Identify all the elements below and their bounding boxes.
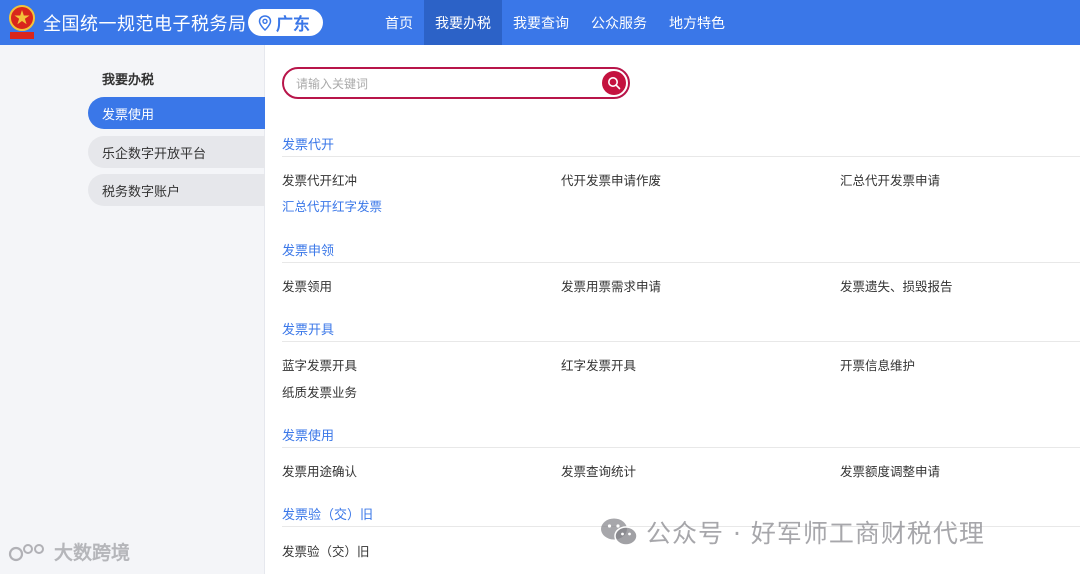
region-label: 广东 <box>276 15 310 35</box>
section-title-invoice-proxy: 发票代开 <box>282 138 335 153</box>
section-title-invoice-apply: 发票申领 <box>282 244 335 259</box>
section-divider <box>282 447 1080 448</box>
search-input[interactable] <box>296 74 596 94</box>
link-invoice-verify-old[interactable]: 发票验（交）旧 <box>282 541 370 560</box>
watermark-left: 大数跨境 <box>8 538 130 565</box>
section-divider <box>282 262 1080 263</box>
link-paper-invoice-business[interactable]: 纸质发票业务 <box>282 382 357 401</box>
nav-public-service[interactable]: 公众服务 <box>580 0 658 45</box>
region-selector[interactable]: 广东 <box>248 9 323 36</box>
wechat-icon <box>601 518 638 546</box>
link-proxy-void-application[interactable]: 代开发票申请作废 <box>561 170 661 189</box>
link-invoice-quota-adjust[interactable]: 发票额度调整申请 <box>840 461 940 480</box>
main-nav: 首页 我要办税 我要查询 公众服务 地方特色 <box>374 0 736 45</box>
watermark-right: 公众号 · 好军师工商财税代理 <box>598 514 985 550</box>
location-pin-icon <box>258 14 272 31</box>
link-invoice-loss-report[interactable]: 发票遗失、损毁报告 <box>840 276 953 295</box>
section-divider <box>282 156 1080 157</box>
sidebar-heading: 我要办税 <box>102 73 155 88</box>
main-content: 发票代开 发票代开红冲 代开发票申请作废 汇总代开发票申请 汇总代开红字发票 发… <box>265 45 1080 574</box>
section-divider <box>282 341 1080 342</box>
section-title-invoice-verify-old: 发票验（交）旧 <box>282 508 374 523</box>
watermark-left-text: 大数跨境 <box>54 542 131 564</box>
sidebar-item-leqi-platform[interactable]: 乐企数字开放平台 <box>88 136 265 168</box>
section-title-invoice-issue: 发票开具 <box>282 323 335 338</box>
sidebar: 我要办税 发票使用 乐企数字开放平台 税务数字账户 <box>0 45 265 574</box>
brand-logo-icon <box>8 543 44 561</box>
link-summary-proxy-red[interactable]: 汇总代开红字发票 <box>282 196 382 215</box>
sidebar-item-invoice-use[interactable]: 发票使用 <box>88 97 265 129</box>
search-icon <box>608 77 621 90</box>
link-blue-invoice-issue[interactable]: 蓝字发票开具 <box>282 355 357 374</box>
link-invoice-query-stats[interactable]: 发票查询统计 <box>561 461 636 480</box>
nav-handle-tax[interactable]: 我要办税 <box>424 0 502 45</box>
top-header: 全国统一规范电子税务局 广东 首页 我要办税 我要查询 公众服务 地方特色 <box>0 0 1080 45</box>
nav-query[interactable]: 我要查询 <box>502 0 580 45</box>
section-title-invoice-use: 发票使用 <box>282 429 335 444</box>
link-billing-info-maintain[interactable]: 开票信息维护 <box>840 355 915 374</box>
link-summary-proxy-application[interactable]: 汇总代开发票申请 <box>840 170 940 189</box>
search-box <box>282 67 630 99</box>
sidebar-item-tax-digital-account[interactable]: 税务数字账户 <box>88 174 265 206</box>
link-invoice-collect[interactable]: 发票领用 <box>282 276 332 295</box>
site-title[interactable]: 全国统一规范电子税务局 <box>43 10 247 36</box>
link-proxy-red-reversal[interactable]: 发票代开红冲 <box>282 170 357 189</box>
watermark-right-text: 公众号 · 好军师工商财税代理 <box>646 519 985 548</box>
link-invoice-purpose-confirm[interactable]: 发票用途确认 <box>282 461 357 480</box>
link-invoice-demand[interactable]: 发票用票需求申请 <box>561 276 661 295</box>
nav-home[interactable]: 首页 <box>374 0 424 45</box>
link-red-invoice-issue[interactable]: 红字发票开具 <box>561 355 636 374</box>
nav-local-features[interactable]: 地方特色 <box>658 0 736 45</box>
tax-emblem-icon[interactable] <box>6 4 38 41</box>
search-button[interactable] <box>602 71 626 95</box>
